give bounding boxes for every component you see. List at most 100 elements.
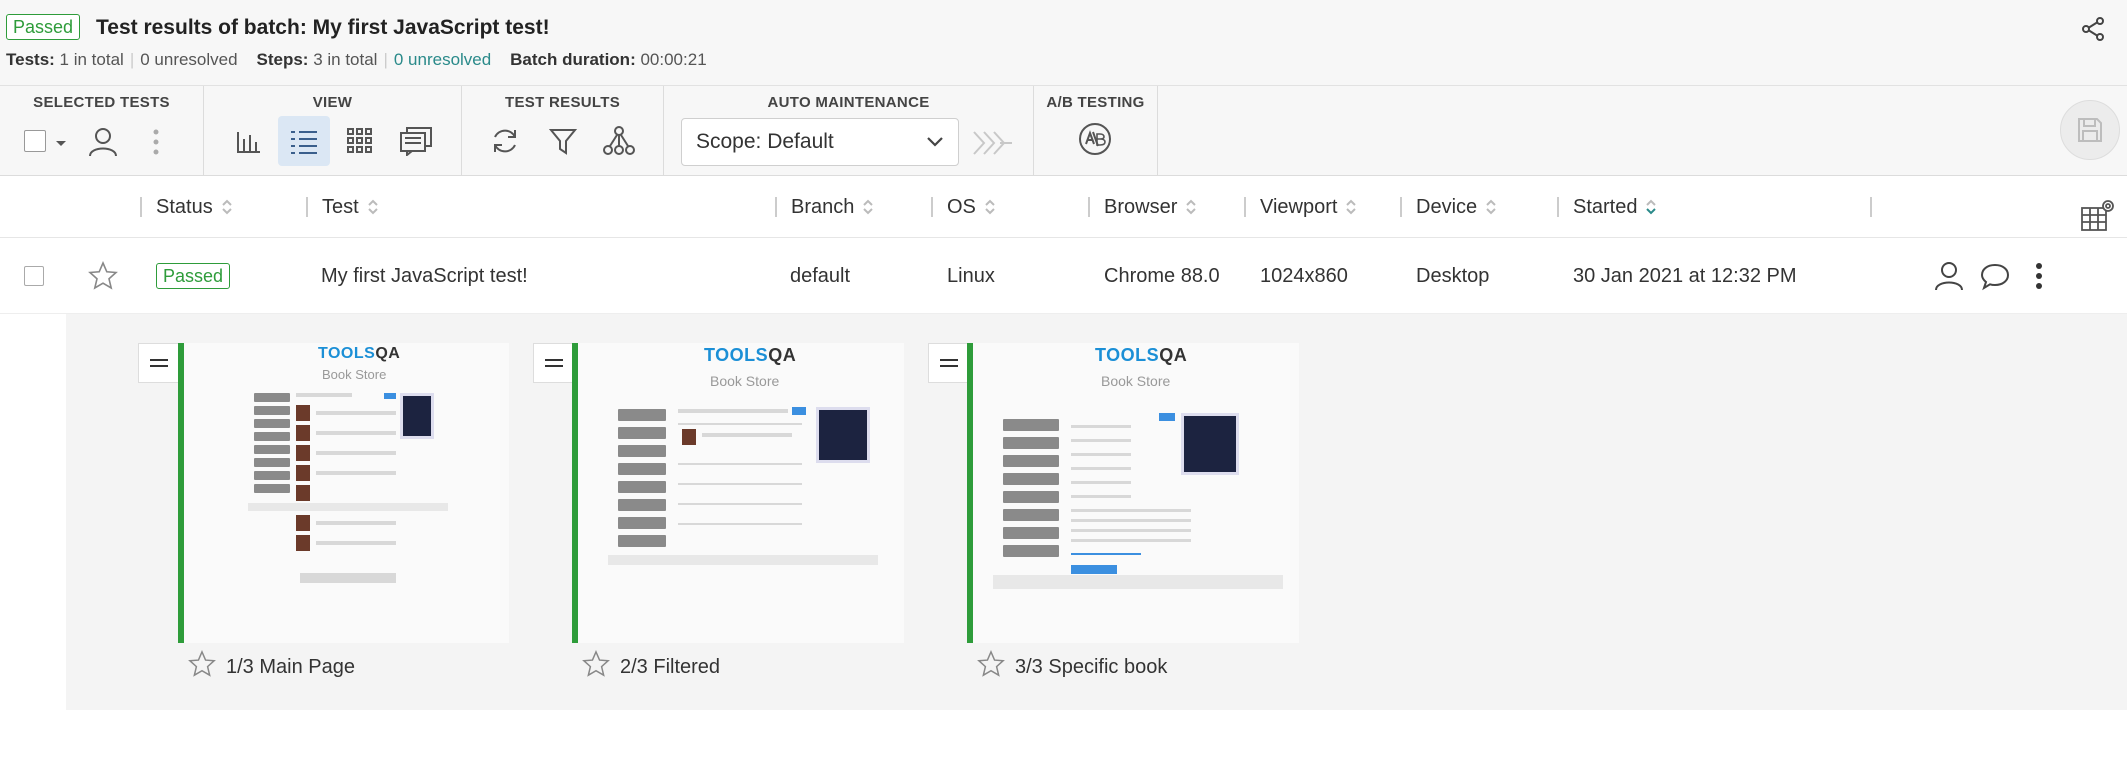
toolbar: SELECTED TESTS VIEW TEST RESULTS AUTO MA… — [0, 86, 2127, 176]
column-label: Test — [322, 195, 359, 218]
tests-label: Tests: — [6, 50, 55, 69]
duration-label: Batch duration: — [510, 50, 636, 69]
tests-total: 1 in total — [59, 50, 124, 69]
row-device: Desktop — [1416, 264, 1490, 287]
star-icon[interactable] — [977, 649, 1015, 684]
batch-header: Passed Test results of batch: My first J… — [0, 0, 2127, 86]
list-view-icon[interactable] — [278, 116, 330, 166]
step-menu-button[interactable] — [138, 343, 180, 383]
column-divider — [1870, 197, 1872, 217]
toolsqa-logo: TOOLSQA — [704, 345, 797, 365]
row-checkbox[interactable] — [24, 266, 44, 286]
column-label: Branch — [791, 195, 855, 218]
column-header-test[interactable]: Test — [306, 176, 379, 238]
row-branch: default — [790, 264, 851, 287]
sort-icon — [1485, 198, 1497, 216]
select-all-checkbox[interactable] — [24, 130, 46, 152]
ab-testing-group: A/B TESTING — [1034, 86, 1158, 176]
chevron-down-icon — [926, 130, 944, 154]
thumbnail-subtitle: Book Store — [1101, 373, 1171, 389]
comment-icon[interactable] — [1980, 238, 2010, 314]
column-header-os[interactable]: OS — [931, 176, 996, 238]
test-results-group: TEST RESULTS — [462, 86, 664, 176]
column-header-viewport[interactable]: Viewport — [1244, 176, 1357, 238]
view-group: VIEW — [204, 86, 462, 176]
table-header: Status Test Branch OS Browser Viewport D… — [0, 176, 2127, 238]
ab-test-icon[interactable] — [1078, 122, 1112, 161]
step-thumbnail[interactable]: TOOLSQA Book Store — [178, 343, 509, 643]
table-row[interactable]: Passed My first JavaScript test! default… — [0, 238, 2127, 314]
row-more-icon[interactable] — [2034, 238, 2044, 314]
step-label: 3/3 Specific book — [977, 649, 1167, 684]
column-label: Viewport — [1260, 195, 1338, 218]
steps-total: 3 in total — [313, 50, 378, 69]
step-thumbnail[interactable]: TOOLSQA Book Store — [572, 343, 904, 643]
save-button[interactable] — [2060, 100, 2120, 160]
sort-icon — [862, 198, 874, 216]
refresh-icon[interactable] — [479, 116, 531, 166]
auto-maintenance-group: AUTO MAINTENANCE Scope: Default — [664, 86, 1034, 176]
batch-status-badge: Passed — [6, 14, 81, 40]
row-os: Linux — [947, 264, 995, 287]
column-header-started[interactable]: Started — [1557, 176, 1657, 238]
run-maintenance-icon[interactable] — [970, 128, 1014, 163]
batch-title: Test results of batch: My first JavaScri… — [96, 16, 550, 39]
row-browser: Chrome 88.0 — [1104, 264, 1220, 287]
column-header-branch[interactable]: Branch — [775, 176, 874, 238]
batch-summary: Tests: 1 in total | 0 unresolved Steps: 3 … — [6, 50, 707, 69]
step-name[interactable]: 1/3 Main Page — [226, 656, 355, 679]
more-options-icon[interactable] — [152, 128, 160, 161]
chart-view-icon[interactable] — [222, 116, 274, 166]
selected-tests-group: SELECTED TESTS — [0, 86, 204, 176]
steps-unresolved-link[interactable]: 0 unresolved — [394, 50, 491, 69]
scope-select-value: Scope: Default — [696, 130, 834, 153]
thumbnail-subtitle: Book Store — [710, 373, 780, 389]
details-view-icon[interactable] — [390, 116, 442, 166]
grid-view-icon[interactable] — [334, 116, 386, 166]
step-menu-button[interactable] — [533, 343, 575, 383]
scope-select[interactable]: Scope: Default — [681, 118, 959, 166]
star-icon[interactable] — [582, 649, 620, 684]
thumbnail-subtitle: Book Store — [322, 367, 387, 382]
steps-label: Steps: — [256, 50, 309, 69]
sort-icon — [221, 198, 233, 216]
row-status-badge: Passed — [156, 263, 231, 289]
column-header-browser[interactable]: Browser — [1088, 176, 1197, 238]
step-name[interactable]: 2/3 Filtered — [620, 656, 720, 679]
column-label: Device — [1416, 195, 1478, 218]
sort-icon — [367, 198, 379, 216]
column-label: Status — [156, 195, 213, 218]
filter-icon[interactable] — [537, 116, 589, 166]
row-started: 30 Jan 2021 at 12:32 PM — [1573, 264, 1797, 287]
step-name[interactable]: 3/3 Specific book — [1015, 656, 1167, 679]
step-menu-button[interactable] — [928, 343, 970, 383]
sort-icon — [1185, 198, 1197, 216]
toolsqa-logo: TOOLSQA — [1095, 345, 1188, 365]
row-test-name[interactable]: My first JavaScript test! — [321, 238, 528, 314]
star-icon[interactable] — [88, 238, 118, 314]
sort-icon — [984, 198, 996, 216]
column-header-device[interactable]: Device — [1400, 176, 1497, 238]
step-label: 1/3 Main Page — [188, 649, 355, 684]
column-label: Started — [1573, 195, 1638, 218]
assign-user-icon[interactable] — [1934, 238, 1964, 314]
column-label: OS — [947, 195, 976, 218]
column-header-status[interactable]: Status — [140, 176, 233, 238]
sort-desc-icon — [1645, 198, 1657, 216]
star-icon[interactable] — [188, 649, 226, 684]
auto-maintenance-label: AUTO MAINTENANCE — [767, 94, 930, 111]
duration-value: 00:00:21 — [640, 50, 707, 69]
toolsqa-logo: TOOLSQA — [318, 345, 401, 362]
step-thumbnail[interactable]: TOOLSQA Book Store — [967, 343, 1299, 643]
column-settings-icon[interactable] — [2080, 198, 2116, 237]
step-label: 2/3 Filtered — [582, 649, 720, 684]
selected-tests-label: SELECTED TESTS — [33, 94, 170, 111]
sort-icon — [1345, 198, 1357, 216]
ab-testing-label: A/B TESTING — [1046, 94, 1145, 111]
group-by-icon[interactable] — [593, 116, 645, 166]
share-icon[interactable] — [2080, 16, 2106, 47]
test-results-label: TEST RESULTS — [505, 94, 620, 111]
column-label: Browser — [1104, 195, 1178, 218]
assign-user-icon[interactable] — [88, 126, 118, 163]
chevron-down-icon[interactable] — [54, 136, 68, 154]
